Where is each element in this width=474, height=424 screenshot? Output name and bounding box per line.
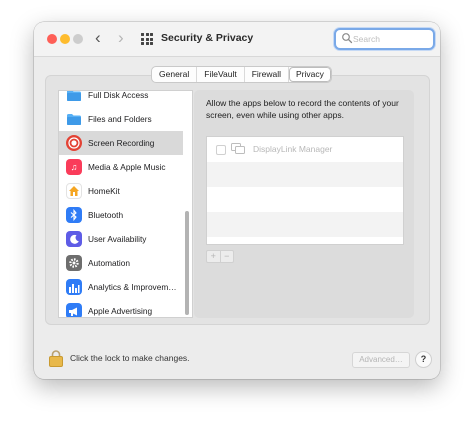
app-name: DisplayLink Manager bbox=[253, 144, 333, 154]
add-app-button[interactable]: + bbox=[207, 251, 221, 262]
empty-row bbox=[207, 162, 403, 187]
tab-filevault[interactable]: FileVault bbox=[197, 67, 245, 82]
tab-firewall[interactable]: Firewall bbox=[245, 67, 289, 82]
privacy-category-list[interactable]: Full Disk Access Files and Folders Scree… bbox=[58, 90, 193, 318]
minimize-button[interactable] bbox=[60, 34, 70, 44]
back-button[interactable]: ‹ bbox=[95, 29, 101, 46]
home-icon bbox=[66, 183, 82, 199]
search-icon bbox=[342, 33, 353, 44]
privacy-panel: Full Disk Access Files and Folders Scree… bbox=[45, 75, 430, 325]
list-scrollbar[interactable] bbox=[185, 211, 189, 315]
sidebar-item-screen-recording[interactable]: Screen Recording bbox=[59, 131, 183, 155]
tab-bar: General FileVault Firewall Privacy bbox=[151, 66, 332, 83]
moon-icon bbox=[66, 231, 82, 247]
search-field[interactable] bbox=[334, 28, 435, 50]
gear-icon bbox=[66, 255, 82, 271]
sidebar-item-files-and-folders[interactable]: Files and Folders bbox=[59, 107, 183, 131]
title-bar: ‹ › Security & Privacy bbox=[34, 22, 440, 57]
music-note-icon: ♫ bbox=[66, 159, 82, 175]
sidebar-item-bluetooth[interactable]: Bluetooth bbox=[59, 203, 183, 227]
preferences-window: ‹ › Security & Privacy General FileVault… bbox=[34, 22, 440, 379]
advanced-button[interactable]: Advanced… bbox=[352, 352, 410, 368]
search-input[interactable] bbox=[353, 31, 429, 46]
record-icon bbox=[66, 135, 82, 151]
sidebar-item-label: Media & Apple Music bbox=[88, 162, 166, 172]
sidebar-item-label: Analytics & Improvem… bbox=[88, 282, 177, 292]
tab-privacy[interactable]: Privacy bbox=[288, 67, 331, 82]
sidebar-item-homekit[interactable]: HomeKit bbox=[59, 179, 183, 203]
window-title: Security & Privacy bbox=[161, 32, 254, 44]
tab-general[interactable]: General bbox=[152, 67, 198, 82]
sidebar-item-label: User Availability bbox=[88, 234, 147, 244]
displaylink-app-icon bbox=[231, 143, 245, 154]
sidebar-item-apple-advertising[interactable]: Apple Advertising bbox=[59, 299, 183, 317]
allowed-apps-list[interactable]: DisplayLink Manager bbox=[206, 136, 404, 245]
bar-chart-icon bbox=[66, 279, 82, 295]
remove-app-button[interactable]: − bbox=[221, 251, 234, 262]
help-button[interactable]: ? bbox=[415, 351, 432, 368]
permission-detail-pane: Allow the apps below to record the conte… bbox=[194, 90, 414, 318]
app-checkbox[interactable] bbox=[216, 145, 226, 155]
sidebar-item-automation[interactable]: Automation bbox=[59, 251, 183, 275]
sidebar-item-label: HomeKit bbox=[88, 186, 120, 196]
megaphone-icon bbox=[66, 303, 82, 317]
add-remove-control: + − bbox=[206, 250, 234, 263]
folder-icon bbox=[66, 91, 82, 103]
sidebar-item-media-apple-music[interactable]: ♫ Media & Apple Music bbox=[59, 155, 183, 179]
sidebar-item-label: Bluetooth bbox=[88, 210, 124, 220]
show-all-grid-icon[interactable] bbox=[141, 33, 153, 45]
sidebar-item-full-disk-access[interactable]: Full Disk Access bbox=[59, 90, 183, 107]
empty-row bbox=[207, 212, 403, 237]
sidebar-item-analytics[interactable]: Analytics & Improvem… bbox=[59, 275, 183, 299]
folder-icon bbox=[66, 111, 82, 127]
sidebar-item-label: Automation bbox=[88, 258, 130, 268]
list-item[interactable]: DisplayLink Manager bbox=[207, 137, 403, 162]
empty-row bbox=[207, 187, 403, 212]
close-button[interactable] bbox=[47, 34, 57, 44]
lock-message: Click the lock to make changes. bbox=[70, 353, 190, 363]
zoom-button[interactable] bbox=[73, 34, 83, 44]
bluetooth-icon bbox=[66, 207, 82, 223]
lock-icon[interactable] bbox=[49, 349, 63, 367]
sidebar-item-label: Screen Recording bbox=[88, 138, 155, 148]
sidebar-item-label: Full Disk Access bbox=[88, 90, 149, 100]
sidebar-item-label: Apple Advertising bbox=[88, 306, 153, 316]
forward-button[interactable]: › bbox=[118, 29, 124, 46]
sidebar-item-label: Files and Folders bbox=[88, 114, 152, 124]
permission-description: Allow the apps below to record the conte… bbox=[206, 98, 399, 120]
sidebar-item-user-availability[interactable]: User Availability bbox=[59, 227, 183, 251]
